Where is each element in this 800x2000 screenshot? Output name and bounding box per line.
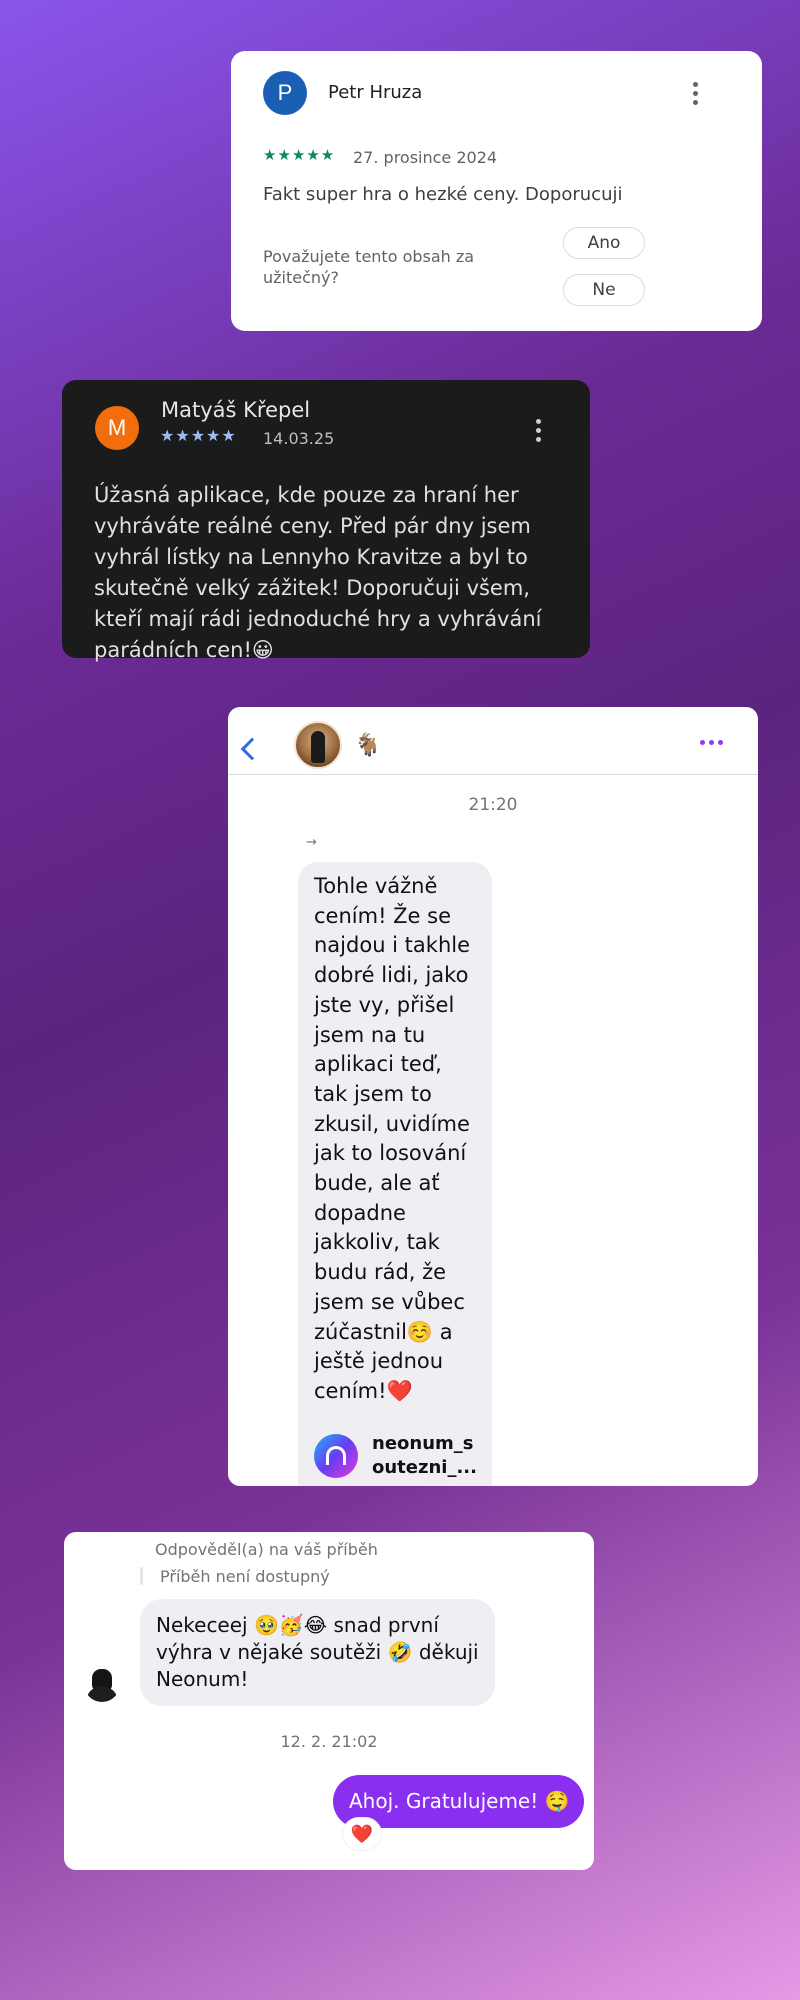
more-options-icon[interactable] <box>693 82 699 105</box>
helpful-question: Považujete tento obsah za užitečný? <box>263 247 475 287</box>
review-text: Fakt super hra o hezké ceny. Doporucuji <box>263 184 623 205</box>
sender-avatar[interactable] <box>84 1666 120 1702</box>
replied-to-story-label: Odpověděl(a) na váš příběh <box>155 1540 378 1559</box>
forward-icon: → <box>306 835 317 850</box>
review-card-matyas: M Matyáš Křepel ★★★★★ 14.03.25 Úžasná ap… <box>62 380 590 662</box>
contact-name[interactable]: 🐐 <box>354 733 381 758</box>
helpful-no-button[interactable]: Ne <box>563 274 645 306</box>
more-options-icon[interactable] <box>536 419 542 442</box>
quote-bar <box>140 1567 143 1585</box>
story-unavailable-label: Příběh není dostupný <box>160 1567 330 1586</box>
shared-account-name[interactable]: neonum_soutezni_... <box>372 1432 482 1480</box>
heart-reaction-icon[interactable]: ❤️ <box>342 1817 382 1851</box>
contact-avatar[interactable] <box>294 721 342 769</box>
review-date: 27. prosince 2024 <box>353 148 498 167</box>
chevron-left-icon <box>240 737 264 761</box>
dm-conversation: 🐐 21:20 → Tohle vážně cením! Že se najdo… <box>228 707 758 1486</box>
incoming-message-bubble[interactable]: Nekeceej 🥹🥳😂 snad první výhra v nějaké s… <box>140 1599 495 1706</box>
avatar: M <box>95 406 139 450</box>
helpful-yes-button[interactable]: Ano <box>563 227 645 259</box>
review-date: 14.03.25 <box>263 429 335 448</box>
review-text: Úžasná aplikace, kde pouze za hraní her … <box>94 483 542 662</box>
rating-stars: ★★★★★ <box>263 146 336 164</box>
message-bubble[interactable]: Tohle vážně cením! Že se najdou i takhle… <box>298 862 492 1486</box>
outgoing-message-text: Ahoj. Gratulujeme! 🤤 <box>349 1789 570 1813</box>
review-card-petr: P Petr Hruza ★★★★★ 27. prosince 2024 Fak… <box>231 51 762 331</box>
story-reply-conversation: Odpověděl(a) na váš příběh Příběh není d… <box>64 1532 594 1870</box>
review-author: Matyáš Křepel <box>161 398 311 422</box>
message-text: Tohle vážně cením! Že se najdou i takhle… <box>314 874 471 1403</box>
dm-header: 🐐 <box>228 707 758 775</box>
message-timestamp: 12. 2. 21:02 <box>280 1732 378 1751</box>
rating-stars: ★★★★★ <box>160 426 237 445</box>
incoming-message-text: Nekeceej 🥹🥳😂 snad první výhra v nějaké s… <box>156 1613 479 1691</box>
message-time: 21:20 <box>468 795 518 815</box>
review-author: Petr Hruza <box>328 82 423 103</box>
back-button[interactable] <box>230 717 270 761</box>
neonum-logo-icon <box>314 1434 358 1478</box>
more-options-icon[interactable] <box>700 740 723 745</box>
avatar: P <box>263 71 307 115</box>
